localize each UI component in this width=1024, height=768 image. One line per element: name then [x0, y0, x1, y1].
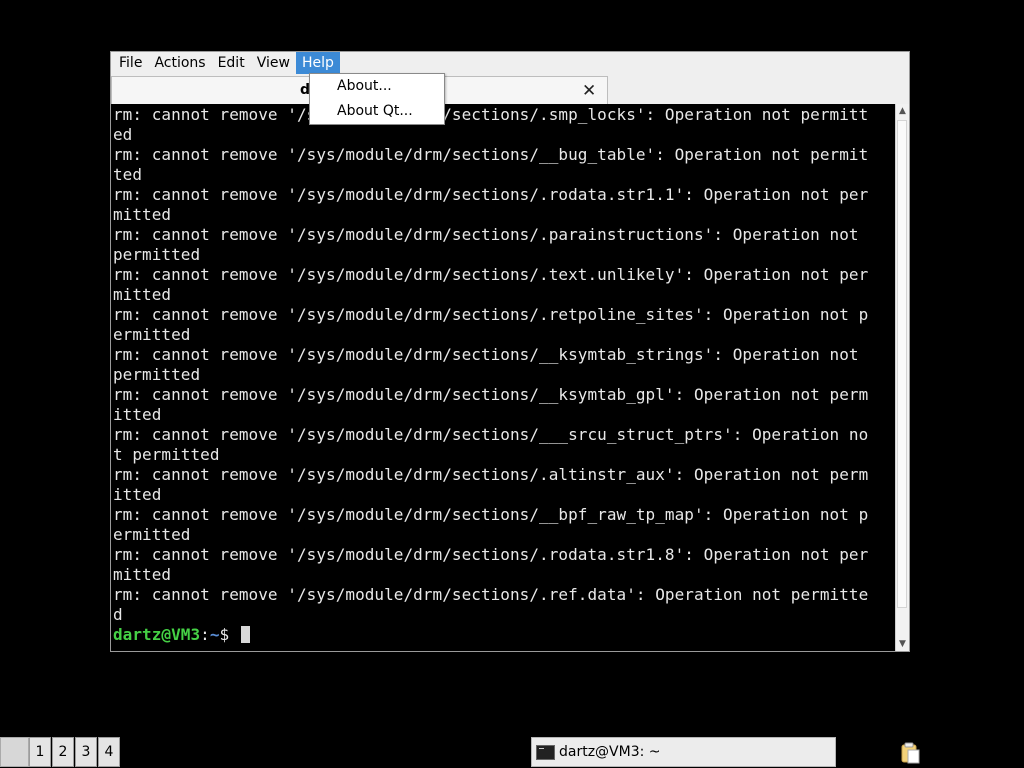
- clipboard-icon[interactable]: [900, 742, 920, 764]
- menu-view[interactable]: View: [251, 52, 296, 74]
- menu-edit[interactable]: Edit: [212, 52, 251, 74]
- task-terminal-button[interactable]: dartz@VM3: ~: [531, 737, 836, 767]
- workspace-2[interactable]: 2: [52, 737, 74, 767]
- menu-item-about[interactable]: About...: [337, 78, 392, 94]
- scroll-thumb[interactable]: [897, 120, 907, 608]
- close-tab-icon[interactable]: ✕: [582, 81, 596, 101]
- terminal-line: mitted: [113, 285, 172, 304]
- prompt-separator: :: [200, 625, 210, 644]
- terminal-line: rm: cannot remove '/sys/module/drm/secti…: [113, 385, 869, 404]
- scroll-up-arrow-icon[interactable]: ▲: [896, 104, 909, 118]
- terminal-line: permitted: [113, 245, 201, 264]
- terminal-line: mitted: [113, 205, 172, 224]
- terminal-line: t permitted: [113, 445, 220, 464]
- terminal-line: rm: cannot remove '/sys/module/drm/secti…: [113, 585, 869, 604]
- menu-item-about-qt[interactable]: About Qt...: [337, 103, 413, 119]
- terminal-text: rm: cannot remove '/sys/module/drm/secti…: [113, 105, 893, 645]
- terminal-line: ermitted: [113, 525, 191, 544]
- menu-bar: File Actions Edit View Help: [111, 52, 909, 74]
- terminal-window: File Actions Edit View Help d ✕ rm: cann…: [110, 51, 910, 652]
- terminal-line: rm: cannot remove '/sys/module/drm/secti…: [113, 305, 869, 324]
- terminal-line: rm: cannot remove '/sys/module/drm/secti…: [113, 545, 869, 564]
- tab-bar: d ✕: [111, 74, 909, 104]
- text-cursor: [240, 626, 250, 643]
- prompt-symbol: $: [219, 625, 239, 644]
- help-menu-dropdown: About... About Qt...: [309, 73, 445, 125]
- terminal-line: d: [113, 605, 123, 624]
- terminal-line: ed: [113, 125, 133, 144]
- prompt-user-host: dartz@VM3: [113, 625, 201, 644]
- terminal-line: mitted: [113, 565, 172, 584]
- workspace-1[interactable]: 1: [29, 737, 51, 767]
- terminal-line: rm: cannot remove '/sys/module/drm/secti…: [113, 265, 869, 284]
- prompt-line: dartz@VM3:~$: [113, 625, 893, 645]
- workspace-4[interactable]: 4: [98, 737, 120, 767]
- scrollbar[interactable]: ▲ ▼: [895, 104, 909, 651]
- menu-actions[interactable]: Actions: [148, 52, 211, 74]
- prompt-path: ~: [209, 625, 220, 644]
- menu-file[interactable]: File: [113, 52, 148, 74]
- workspace-3[interactable]: 3: [75, 737, 97, 767]
- terminal-line: rm: cannot remove '/sys/module/drm/secti…: [113, 145, 869, 164]
- terminal-line: rm: cannot remove '/sys/module/drm/secti…: [113, 465, 869, 484]
- show-desktop-button[interactable]: [0, 737, 29, 767]
- menu-help[interactable]: Help: [295, 52, 340, 74]
- terminal-line: itted: [113, 485, 162, 504]
- terminal-line: rm: cannot remove '/sys/module/drm/secti…: [113, 345, 859, 364]
- taskbar: 1 2 3 4 dartz@VM3: ~: [0, 736, 1024, 768]
- terminal-line: rm: cannot remove '/sys/module/drm/secti…: [113, 425, 869, 444]
- terminal-line: permitted: [113, 365, 201, 384]
- terminal-output[interactable]: rm: cannot remove '/sys/module/drm/secti…: [111, 104, 895, 651]
- scroll-down-arrow-icon[interactable]: ▼: [896, 637, 909, 651]
- terminal-icon: [536, 745, 555, 760]
- terminal-line: rm: cannot remove '/sys/module/drm/secti…: [113, 505, 869, 524]
- terminal-line: rm: cannot remove '/sys/module/drm/secti…: [113, 185, 869, 204]
- terminal-line: ted: [113, 165, 143, 184]
- task-label: dartz@VM3: ~: [559, 744, 661, 760]
- terminal-line: itted: [113, 405, 162, 424]
- terminal-line: rm: cannot remove '/sys/module/drm/secti…: [113, 225, 859, 244]
- terminal-line: ermitted: [113, 325, 191, 344]
- terminal-line: rm: cannot remove '/sys/module/drm/secti…: [113, 105, 869, 124]
